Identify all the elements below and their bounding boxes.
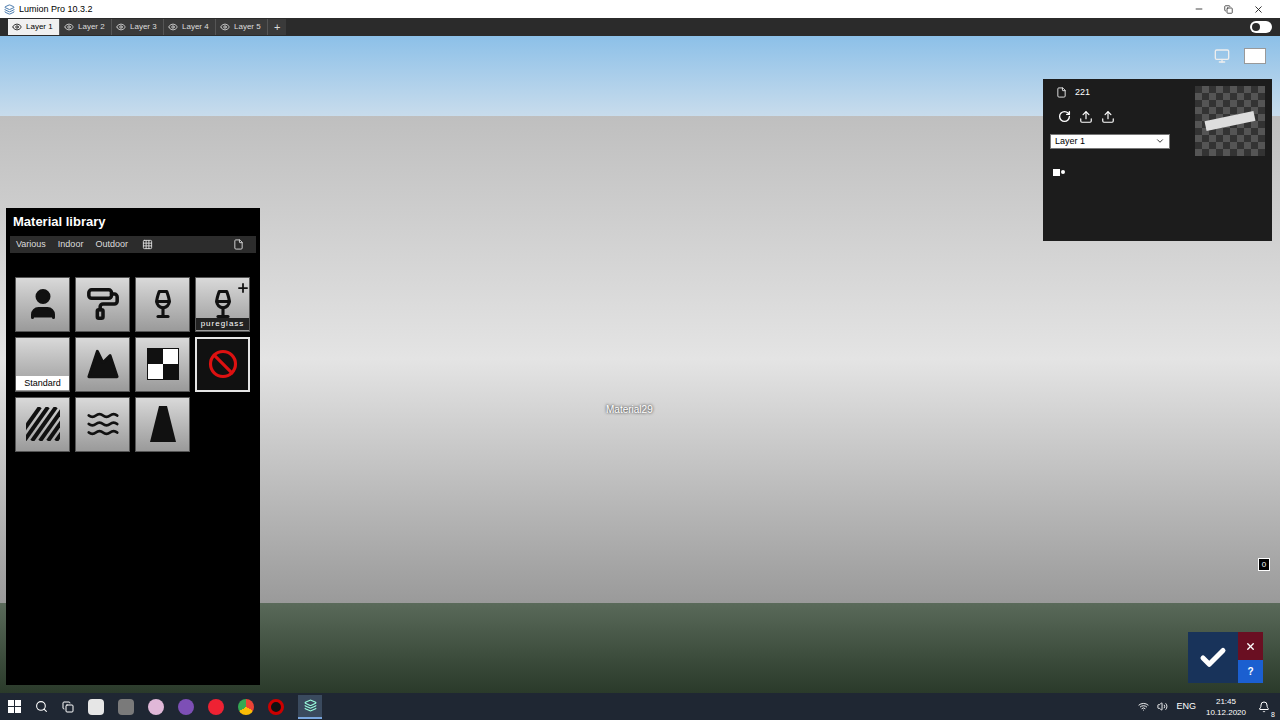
confirm-button[interactable] xyxy=(1188,632,1238,683)
chevron-down-icon xyxy=(1155,136,1165,146)
app-icon[interactable] xyxy=(118,699,134,715)
app-icon[interactable] xyxy=(208,699,224,715)
material-tile[interactable] xyxy=(75,277,130,332)
cancel-button[interactable] xyxy=(1238,632,1263,660)
app-icon[interactable] xyxy=(178,699,194,715)
task-view-icon[interactable] xyxy=(62,701,74,713)
language[interactable]: ENG xyxy=(1176,700,1196,714)
window-title: Lumion Pro 10.3.2 xyxy=(19,5,93,14)
file-icon[interactable] xyxy=(233,239,244,250)
help-button[interactable]: ? xyxy=(1238,660,1263,683)
toggle-switch[interactable] xyxy=(1250,21,1272,33)
minimize-icon[interactable] xyxy=(1194,4,1204,14)
import-icon[interactable] xyxy=(1079,110,1093,124)
layer-tab[interactable]: Layer 3 xyxy=(112,19,164,35)
person-icon xyxy=(25,286,61,322)
grid-icon[interactable] xyxy=(142,239,153,250)
close-icon[interactable] xyxy=(1253,4,1264,15)
eye-icon[interactable] xyxy=(116,22,126,32)
eye-icon[interactable] xyxy=(220,22,230,32)
app-icon[interactable] xyxy=(88,699,104,715)
object-count: 221 xyxy=(1075,86,1090,100)
library-tabs: VariousIndoorOutdoor xyxy=(10,236,256,253)
search-icon[interactable] xyxy=(35,700,48,713)
layer-tab[interactable]: Layer 2 xyxy=(60,19,112,35)
library-tab[interactable]: Various xyxy=(10,236,52,253)
material-tile[interactable] xyxy=(135,397,190,452)
app-icon[interactable] xyxy=(148,699,164,715)
material-tile[interactable] xyxy=(135,277,190,332)
material-tile[interactable] xyxy=(75,337,130,392)
network-icon[interactable] xyxy=(1138,701,1149,712)
app-icon[interactable] xyxy=(298,695,322,719)
windows-logo-icon[interactable] xyxy=(8,700,21,713)
library-tab[interactable]: Indoor xyxy=(52,236,90,253)
notification-icon xyxy=(1258,701,1270,713)
restore-icon[interactable] xyxy=(1224,5,1233,14)
glass-plus-icon xyxy=(208,289,238,319)
app-icon[interactable] xyxy=(268,699,284,715)
app-icon xyxy=(4,4,15,15)
material-tile[interactable] xyxy=(195,337,250,392)
clock[interactable]: 21:4510.12.2020 xyxy=(1204,696,1248,718)
object-preview xyxy=(1195,86,1265,156)
material-tile[interactable]: Standard xyxy=(15,337,70,392)
notifications[interactable]: 8 xyxy=(1256,699,1272,715)
export-icon[interactable] xyxy=(1101,110,1115,124)
material-tile[interactable] xyxy=(15,277,70,332)
material-tile[interactable]: pureglass xyxy=(195,277,250,332)
landscape-icon xyxy=(86,347,120,381)
eye-icon[interactable] xyxy=(12,22,22,32)
app-icon[interactable] xyxy=(238,699,254,715)
properties-panel: 221 Layer 1 xyxy=(1043,79,1272,241)
material-tile[interactable] xyxy=(135,337,190,392)
tile-label: pureglass xyxy=(196,318,249,330)
x-icon xyxy=(1245,641,1256,652)
paint-roller-icon xyxy=(86,287,120,321)
view-icon[interactable] xyxy=(1214,48,1230,64)
cloth-icon xyxy=(146,404,180,444)
title-bar: Lumion Pro 10.3.2 xyxy=(0,0,1280,18)
water-icon xyxy=(86,407,120,441)
material-library: Material libraryVariousIndoorOutdoor pure… xyxy=(6,208,260,685)
taskbar: ENG 21:4510.12.2020 8 xyxy=(0,693,1280,720)
library-tab[interactable]: Outdoor xyxy=(89,236,134,253)
viewport-badge: 0 xyxy=(1258,558,1270,571)
layer-tab[interactable]: Layer 4 xyxy=(164,19,216,35)
viewport[interactable]: Material29 0 221 Layer 1 Material libraryVar… xyxy=(0,36,1280,693)
library-title: Material library xyxy=(6,208,260,236)
add-layer-button[interactable]: + xyxy=(268,19,286,35)
no-material-icon xyxy=(208,349,238,379)
preview-box-icon[interactable] xyxy=(1244,48,1266,64)
tile-label: Standard xyxy=(16,376,69,390)
layer-select[interactable]: Layer 1 xyxy=(1050,134,1170,149)
layer-tab[interactable]: Layer 5 xyxy=(216,19,268,35)
material-tile[interactable] xyxy=(75,397,130,452)
hover-label: Material29 xyxy=(606,402,653,417)
layer-tab[interactable]: Layer 1 xyxy=(8,19,60,35)
material-toggle-icon[interactable] xyxy=(1053,169,1187,176)
tile-grid: pureglass Standard xyxy=(15,277,260,452)
reset-icon[interactable] xyxy=(1058,110,1071,123)
material-tile[interactable] xyxy=(15,397,70,452)
file-icon xyxy=(1056,87,1067,98)
check-icon xyxy=(1198,643,1228,673)
checker-icon xyxy=(147,348,179,380)
eye-icon[interactable] xyxy=(168,22,178,32)
layer-bar: Layer 1Layer 2Layer 3Layer 4Layer 5+ xyxy=(0,18,1280,36)
glass-icon xyxy=(148,289,178,319)
volume-icon[interactable] xyxy=(1157,701,1168,712)
eye-icon[interactable] xyxy=(64,22,74,32)
app: Lumion Pro 10.3.2Layer 1Layer 2Layer 3La… xyxy=(0,0,1280,720)
hatch-icon xyxy=(26,407,60,441)
